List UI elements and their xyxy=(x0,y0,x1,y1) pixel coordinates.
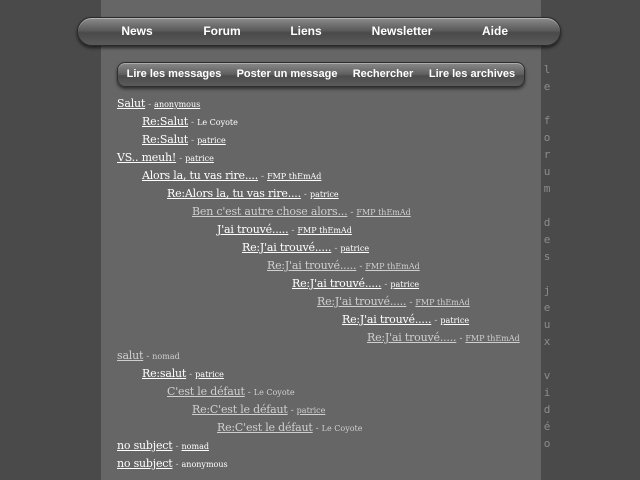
separator: - xyxy=(191,136,195,146)
message-subject-link[interactable]: Re:Salut xyxy=(142,133,188,146)
message-row: J'ai trouvé..... - FMP thEmAd xyxy=(217,221,352,239)
message-author[interactable]: FMP thEmAd xyxy=(465,334,519,343)
message-author[interactable]: patrice xyxy=(340,244,369,253)
message-row: Re:salut - patrice xyxy=(142,365,224,383)
message-author[interactable]: patrice xyxy=(390,280,419,289)
separator: - xyxy=(261,172,265,182)
separator: - xyxy=(191,118,195,128)
separator: - xyxy=(434,316,438,326)
message-subject-link[interactable]: Re:J'ai trouvé..... xyxy=(292,277,382,290)
separator: - xyxy=(459,334,463,344)
message-row: C'est le défaut - Le Coyote xyxy=(167,383,295,401)
message-author[interactable]: patrice xyxy=(440,316,469,325)
message-row: Re:J'ai trouvé..... - patrice xyxy=(242,239,369,257)
message-row: Alors la, tu vas rire.... - FMP thEmAd xyxy=(142,167,321,185)
separator: - xyxy=(189,370,193,380)
message-subject-link[interactable]: Alors la, tu vas rire.... xyxy=(142,169,258,182)
message-author[interactable]: patrice xyxy=(297,406,326,415)
message-row: no subject - nomad xyxy=(117,437,209,455)
message-row: Re:J'ai trouvé..... - patrice xyxy=(342,311,469,329)
message-subject-link[interactable]: no subject xyxy=(117,439,173,452)
message-row: Re:Alors la, tu vas rire.... - patrice xyxy=(167,185,339,203)
message-author[interactable]: FMP thEmAd xyxy=(297,226,351,235)
message-subject-link[interactable]: no subject xyxy=(117,457,173,470)
message-subject-link[interactable]: J'ai trouvé..... xyxy=(217,223,289,236)
message-author: Le Coyote xyxy=(321,424,363,433)
message-row: no subject - anonymous xyxy=(117,455,228,473)
message-author[interactable]: FMP thEmAd xyxy=(415,298,469,307)
message-subject-link[interactable]: Salut xyxy=(117,97,145,110)
message-author[interactable]: patrice xyxy=(310,190,339,199)
separator: - xyxy=(290,406,294,416)
message-author: anonymous xyxy=(181,460,228,469)
message-subject-link[interactable]: Re:J'ai trouvé..... xyxy=(267,259,357,272)
message-subject-link[interactable]: Re:C'est le défaut xyxy=(217,421,313,434)
separator: - xyxy=(175,442,179,452)
separator: - xyxy=(334,244,338,254)
message-subject-link[interactable]: Ben c'est autre chose alors... xyxy=(192,205,348,218)
message-thread-list: Salut - anonymous Re:Salut - Le Coyote Re:Salu… xyxy=(0,0,540,480)
message-subject-link[interactable]: Re:J'ai trouvé..... xyxy=(342,313,432,326)
message-row: salut - nomad xyxy=(117,347,180,365)
message-author[interactable]: nomad xyxy=(182,442,209,451)
message-subject-link[interactable]: Re:J'ai trouvé..... xyxy=(367,331,457,344)
message-row: Re:J'ai trouvé..... - FMP thEmAd xyxy=(367,329,520,347)
separator: - xyxy=(175,460,179,470)
separator: - xyxy=(247,388,251,398)
message-subject-link[interactable]: C'est le défaut xyxy=(167,385,245,398)
message-author[interactable]: anonymous xyxy=(154,100,200,109)
message-row: Re:J'ai trouvé..... - FMP thEmAd xyxy=(267,257,420,275)
message-author[interactable]: patrice xyxy=(185,154,214,163)
message-author[interactable]: patrice xyxy=(195,370,224,379)
separator: - xyxy=(350,208,354,218)
separator: - xyxy=(146,352,150,362)
message-row: Re:J'ai trouvé..... - patrice xyxy=(292,275,419,293)
message-subject-link[interactable]: VS.. meuh! xyxy=(117,151,176,164)
message-row: Re:Salut - patrice xyxy=(142,131,226,149)
message-row: VS.. meuh! - patrice xyxy=(117,149,214,167)
separator: - xyxy=(148,100,152,110)
message-row: Re:C'est le défaut - patrice xyxy=(192,401,325,419)
message-subject-link[interactable]: Re:Alors la, tu vas rire.... xyxy=(167,187,301,200)
separator: - xyxy=(384,280,388,290)
side-caption: le forum des jeux vidéo xyxy=(543,63,551,450)
message-author: Le Coyote xyxy=(197,118,238,127)
message-author: nomad xyxy=(152,352,180,361)
separator: - xyxy=(291,226,295,236)
message-subject-link[interactable]: Re:salut xyxy=(142,367,186,380)
message-row: Salut - anonymous xyxy=(117,95,200,113)
message-subject-link[interactable]: Re:J'ai trouvé..... xyxy=(242,241,332,254)
message-row: Ben c'est autre chose alors... - FMP thEmA… xyxy=(192,203,411,221)
message-author[interactable]: FMP thEmAd xyxy=(356,208,410,217)
separator: - xyxy=(359,262,363,272)
message-author[interactable]: FMP thEmAd xyxy=(365,262,419,271)
message-subject-link[interactable]: salut xyxy=(117,349,143,362)
message-subject-link[interactable]: Re:J'ai trouvé..... xyxy=(317,295,407,308)
message-author[interactable]: patrice xyxy=(197,136,226,145)
separator: - xyxy=(315,424,319,434)
message-author: Le Coyote xyxy=(253,388,295,397)
separator: - xyxy=(179,154,183,164)
message-row: Re:J'ai trouvé..... - FMP thEmAd xyxy=(317,293,470,311)
message-row: Re:Salut - Le Coyote xyxy=(142,113,238,131)
message-subject-link[interactable]: Re:Salut xyxy=(142,115,188,128)
message-author[interactable]: FMP thEmAd xyxy=(267,172,321,181)
message-row: Re:C'est le défaut - Le Coyote xyxy=(217,419,362,437)
separator: - xyxy=(409,298,413,308)
separator: - xyxy=(303,190,307,200)
message-subject-link[interactable]: Re:C'est le défaut xyxy=(192,403,288,416)
